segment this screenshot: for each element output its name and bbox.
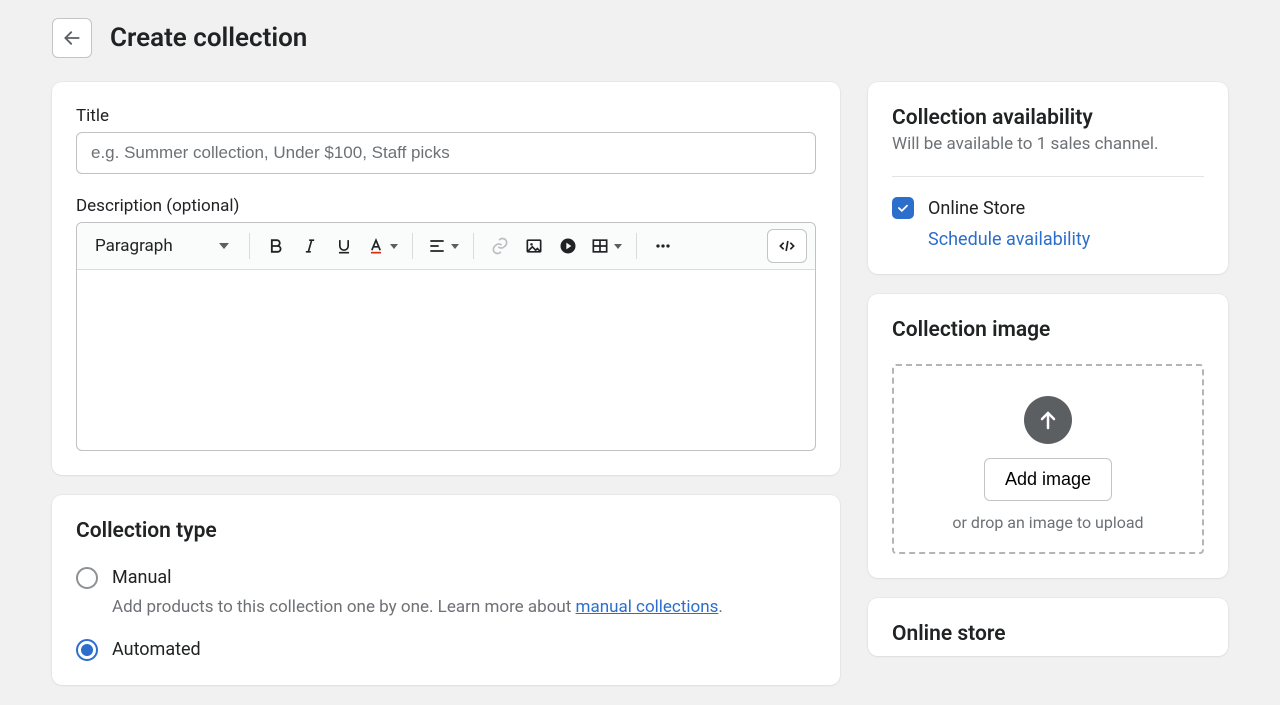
schedule-availability-link[interactable]: Schedule availability xyxy=(928,229,1204,250)
drop-hint: or drop an image to upload xyxy=(910,513,1186,532)
channel-name: Online Store xyxy=(928,198,1025,219)
title-description-card: Title Description (optional) Paragraph xyxy=(52,82,840,475)
title-label: Title xyxy=(76,106,816,126)
toolbar-separator xyxy=(412,233,413,259)
arrow-left-icon xyxy=(62,28,82,48)
text-color-icon xyxy=(366,236,386,256)
collection-image-heading: Collection image xyxy=(892,318,1204,342)
description-textarea[interactable] xyxy=(77,270,815,450)
online-store-checkbox[interactable] xyxy=(892,197,914,219)
image-button[interactable] xyxy=(518,230,550,262)
image-dropzone[interactable]: Add image or drop an image to upload xyxy=(892,364,1204,554)
collection-image-card: Collection image Add image or drop an im… xyxy=(868,294,1228,578)
link-icon xyxy=(490,236,510,256)
chevron-down-icon xyxy=(614,244,622,249)
link-button[interactable] xyxy=(484,230,516,262)
availability-heading: Collection availability xyxy=(892,106,1204,130)
bold-button[interactable] xyxy=(260,230,292,262)
upload-arrow-icon xyxy=(1036,408,1060,432)
format-dropdown-label: Paragraph xyxy=(95,236,173,256)
radio-manual-description: Add products to this collection one by o… xyxy=(112,595,816,621)
more-horizontal-icon xyxy=(653,236,673,256)
text-color-button[interactable] xyxy=(362,230,402,262)
page-title: Create collection xyxy=(110,23,307,53)
page-header: Create collection xyxy=(52,18,1228,58)
toolbar-separator xyxy=(249,233,250,259)
rich-text-editor: Paragraph xyxy=(76,222,816,451)
editor-toolbar: Paragraph xyxy=(77,223,815,270)
check-icon xyxy=(896,201,910,215)
toolbar-separator xyxy=(473,233,474,259)
chevron-down-icon xyxy=(451,244,459,249)
manual-collections-link[interactable]: manual collections xyxy=(576,597,719,617)
radio-manual[interactable] xyxy=(76,567,98,589)
code-icon xyxy=(777,236,797,256)
table-icon xyxy=(590,236,610,256)
upload-icon-circle xyxy=(1024,396,1072,444)
availability-subheading: Will be available to 1 sales channel. xyxy=(892,134,1204,154)
online-store-card: Online store xyxy=(868,598,1228,656)
add-image-button[interactable]: Add image xyxy=(984,458,1112,501)
more-button[interactable] xyxy=(647,230,679,262)
radio-automated[interactable] xyxy=(76,639,98,661)
underline-icon xyxy=(334,236,354,256)
italic-icon xyxy=(300,236,320,256)
italic-button[interactable] xyxy=(294,230,326,262)
image-icon xyxy=(524,236,544,256)
play-circle-icon xyxy=(558,236,578,256)
align-button[interactable] xyxy=(423,230,463,262)
radio-automated-label: Automated xyxy=(112,639,201,660)
video-button[interactable] xyxy=(552,230,584,262)
availability-card: Collection availability Will be availabl… xyxy=(868,82,1228,274)
table-button[interactable] xyxy=(586,230,626,262)
html-view-button[interactable] xyxy=(767,229,807,263)
align-left-icon xyxy=(427,236,447,256)
bold-icon xyxy=(266,236,286,256)
radio-manual-label: Manual xyxy=(112,567,172,588)
underline-button[interactable] xyxy=(328,230,360,262)
collection-type-heading: Collection type xyxy=(76,519,816,543)
title-input[interactable] xyxy=(76,132,816,174)
collection-type-card: Collection type Manual Add products to t… xyxy=(52,495,840,685)
online-store-heading: Online store xyxy=(892,622,1204,646)
chevron-down-icon xyxy=(219,243,229,249)
toolbar-separator xyxy=(636,233,637,259)
back-button[interactable] xyxy=(52,18,92,58)
format-dropdown[interactable]: Paragraph xyxy=(85,230,239,262)
chevron-down-icon xyxy=(390,244,398,249)
divider xyxy=(892,176,1204,177)
description-label: Description (optional) xyxy=(76,196,816,216)
